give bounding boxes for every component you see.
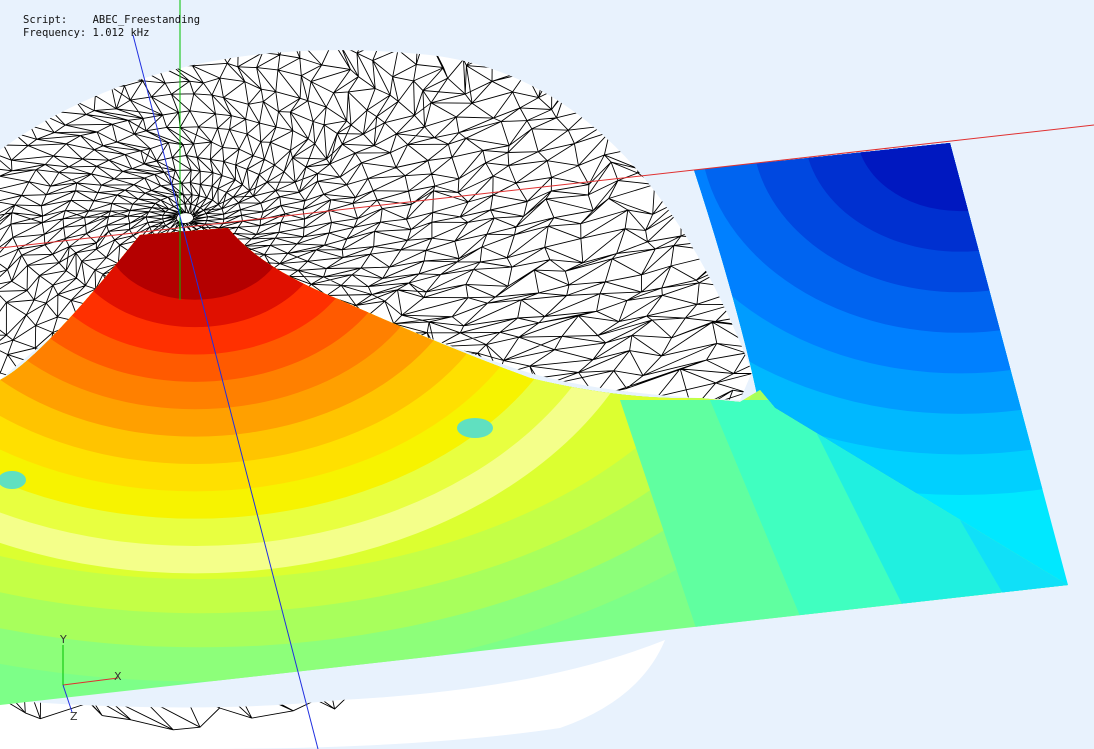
frequency-label: Frequency: xyxy=(23,27,87,39)
info-overlay: Script: ABEC_Freestanding Frequency: 1.0… xyxy=(23,14,200,40)
triad-x-label: X xyxy=(114,670,122,683)
3d-viewport[interactable]: X Y Z Script: ABEC_Freestanding Frequenc… xyxy=(0,0,1094,749)
frequency-value: 1.012 kHz xyxy=(92,27,150,39)
script-row: Script: ABEC_Freestanding xyxy=(23,14,200,27)
triad-y-label: Y xyxy=(59,633,67,646)
simulation-scene[interactable]: X Y Z xyxy=(0,0,1094,749)
triad-z-label: Z xyxy=(70,710,78,723)
script-label: Script: xyxy=(23,14,68,26)
script-value: ABEC_Freestanding xyxy=(92,14,201,26)
frequency-row: Frequency: 1.012 kHz xyxy=(23,27,200,40)
